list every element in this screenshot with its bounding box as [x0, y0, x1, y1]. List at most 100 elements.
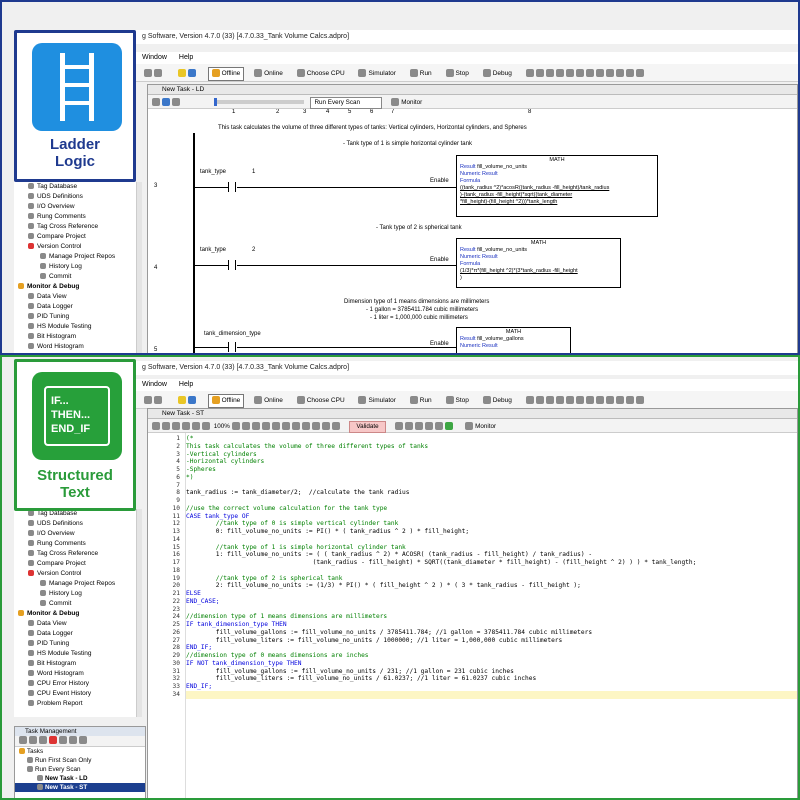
tree-item-label: Rung Comments [37, 540, 86, 547]
tree-item-history-log[interactable]: History Log [14, 589, 141, 599]
rung5-math-block[interactable]: MATH Result fill_volume_gallons Numeric … [456, 327, 571, 353]
st-code-area[interactable]: 1 2 3 4 5 6 7 8 9 10 11 12 13 14 15 16 17 18 19 20 21 22 23 24 2… [148, 433, 797, 798]
tree-item-monitor-debug[interactable]: Monitor & Debug [14, 282, 141, 292]
tree-item-cpu-error-history[interactable]: CPU Error History [14, 679, 141, 689]
tree-item-rung-comments[interactable]: Rung Comments [14, 539, 141, 549]
tree-item-manage-project-repos[interactable]: Manage Project Repos [14, 252, 141, 262]
code-line[interactable]: END_IF; [186, 644, 212, 652]
tree-item-compare-project[interactable]: Compare Project [14, 559, 141, 569]
code-line[interactable]: -Spheres [186, 466, 216, 474]
lock-icon[interactable] [174, 64, 202, 84]
code-line[interactable]: 2: fill_volume_no_units := (1/3) * PI() … [186, 582, 581, 590]
tree-item-data-logger[interactable]: Data Logger [14, 629, 141, 639]
code-line[interactable]: 1: fill_volume_no_units := ( ( tank_radi… [186, 551, 592, 559]
code-line[interactable]: //tank type of 0 is simple vertical cyli… [186, 520, 399, 528]
tools-icons[interactable] [522, 64, 650, 84]
code-line[interactable]: -Horizontal cylinders [186, 458, 264, 466]
code-line[interactable]: IF NOT tank_dimension_type THEN [186, 660, 301, 668]
menu-help[interactable]: Help [179, 54, 193, 61]
tree-item-data-view[interactable]: Data View [14, 292, 141, 302]
stop-button[interactable]: Stop [442, 64, 473, 84]
code-line[interactable]: END_IF; [186, 683, 212, 691]
tree-item-i-o-overview[interactable]: I/O Overview [14, 202, 141, 212]
tree-item-rung-comments[interactable]: Rung Comments [14, 212, 141, 222]
tree-item-data-logger[interactable]: Data Logger [14, 302, 141, 312]
code-line[interactable]: fill_volume_gallons := fill_volume_no_un… [186, 629, 592, 637]
task-item-run-every-scan[interactable]: Run Every Scan [15, 765, 145, 774]
code-line[interactable]: //tank type of 1 is simple horizontal cy… [186, 544, 406, 552]
code-line[interactable]: *) [186, 474, 193, 482]
code-line[interactable]: 0: fill_volume_no_units := PI() * ( tank… [186, 528, 469, 536]
code-line[interactable]: (* [186, 435, 193, 443]
tree-item-commit[interactable]: Commit [14, 272, 141, 282]
code-line[interactable]: END_CASE; [186, 598, 220, 606]
menu-window-st[interactable]: Window [142, 381, 167, 388]
rung3-math-block[interactable]: MATH Result fill_volume_no_units Numeric… [456, 155, 658, 217]
code-line[interactable]: tank_radius := tank_diameter/2; //calcul… [186, 489, 410, 497]
code-line[interactable]: //use the correct volume calculation for… [186, 505, 387, 513]
online-button[interactable]: Online [250, 64, 287, 84]
code-line[interactable]: //dimension type of 0 means dimensions a… [186, 652, 369, 660]
task-item-tasks[interactable]: Tasks [15, 747, 145, 756]
tree-item-cpu-event-history[interactable]: CPU Event History [14, 689, 141, 699]
code-line[interactable]: fill_volume_gallons := fill_volume_no_un… [186, 668, 514, 676]
tree-item-monitor-debug[interactable]: Monitor & Debug [14, 609, 141, 619]
tree-item-problem-report[interactable]: Problem Report [14, 699, 141, 709]
task-item-run-first-scan-only[interactable]: Run First Scan Only [15, 756, 145, 765]
tree-item-uds-definitions[interactable]: UDS Definitions [14, 519, 141, 529]
tree-item-bit-histogram[interactable]: Bit Histogram [14, 659, 141, 669]
zoom-slider[interactable] [213, 98, 304, 107]
task-icon [37, 775, 43, 782]
tree-item-word-histogram[interactable]: Word Histogram [14, 342, 141, 352]
tree-item-compare-project[interactable]: Compare Project [14, 232, 141, 242]
code-line[interactable]: fill_volume_liters := fill_volume_no_uni… [186, 675, 536, 683]
code-line[interactable]: //tank type of 2 is spherical tank [186, 575, 343, 583]
choose-cpu-button[interactable]: Choose CPU [293, 64, 349, 84]
tree-item-tag-cross-reference[interactable]: Tag Cross Reference [14, 549, 141, 559]
task-item-new-task-ld[interactable]: New Task - LD [15, 774, 145, 783]
tree-item-history-log[interactable]: History Log [14, 262, 141, 272]
code-line[interactable]: (tank_radius - fill_height) * SQRT((tank… [186, 559, 697, 567]
tree-item-i-o-overview[interactable]: I/O Overview [14, 529, 141, 539]
run-mode-select[interactable]: Run Every Scan [309, 97, 382, 109]
code-line[interactable]: //dimension type of 1 means dimensions a… [186, 613, 387, 621]
menu-window[interactable]: Window [142, 54, 167, 61]
tree-item-bit-histogram[interactable]: Bit Histogram [14, 332, 141, 342]
simulator-button[interactable]: Simulator [354, 64, 399, 84]
tree-scrollbar-st[interactable] [136, 509, 142, 717]
run-button[interactable]: Run [406, 64, 436, 84]
rung5-contact[interactable] [228, 342, 236, 352]
tree-item-version-control[interactable]: Version Control [14, 569, 141, 579]
code-line[interactable]: This task calculates the volume of three… [186, 443, 428, 451]
code-line[interactable]: fill_volume_liters := fill_volume_no_uni… [186, 637, 562, 645]
line-number: 32 [172, 675, 180, 683]
code-line[interactable]: ELSE [186, 590, 201, 598]
tree-item-commit[interactable]: Commit [14, 599, 141, 609]
tree-item-data-view[interactable]: Data View [14, 619, 141, 629]
code-line[interactable]: IF tank_dimension_type THEN [186, 621, 287, 629]
offline-button[interactable]: Offline [207, 394, 245, 408]
rung4-math-block[interactable]: MATH Result fill_volume_no_units Numeric… [456, 238, 621, 288]
validate-button[interactable]: Validate [349, 421, 386, 433]
tree-item-tag-cross-reference[interactable]: Tag Cross Reference [14, 222, 141, 232]
tree-item-uds-definitions[interactable]: UDS Definitions [14, 192, 141, 202]
task-item-new-task-st[interactable]: New Task - ST [15, 783, 145, 792]
rung4-contact[interactable] [228, 260, 236, 270]
code-line[interactable]: CASE tank_type OF [186, 513, 249, 521]
tree-scrollbar[interactable] [136, 182, 142, 353]
menu-help-st[interactable]: Help [179, 381, 193, 388]
tree-item-pid-tuning[interactable]: PID Tuning [14, 639, 141, 649]
code-line[interactable]: -Vertical cylinders [186, 451, 257, 459]
tree-item-word-histogram[interactable]: Word Histogram [14, 669, 141, 679]
nav-icon[interactable] [140, 64, 168, 84]
tree-item-hs-module-testing[interactable]: HS Module Testing [14, 322, 141, 332]
rung3-contact[interactable] [228, 182, 236, 192]
tree-item-hs-module-testing[interactable]: HS Module Testing [14, 649, 141, 659]
tree-item-manage-project-repos[interactable]: Manage Project Repos [14, 579, 141, 589]
tree-item-tag-database[interactable]: Tag Database [14, 182, 141, 192]
offline-button[interactable]: Offline [207, 67, 245, 81]
zoom-level[interactable]: 100% [214, 423, 230, 430]
debug-button[interactable]: Debug [479, 64, 516, 84]
tree-item-version-control[interactable]: Version Control [14, 242, 141, 252]
tree-item-pid-tuning[interactable]: PID Tuning [14, 312, 141, 322]
